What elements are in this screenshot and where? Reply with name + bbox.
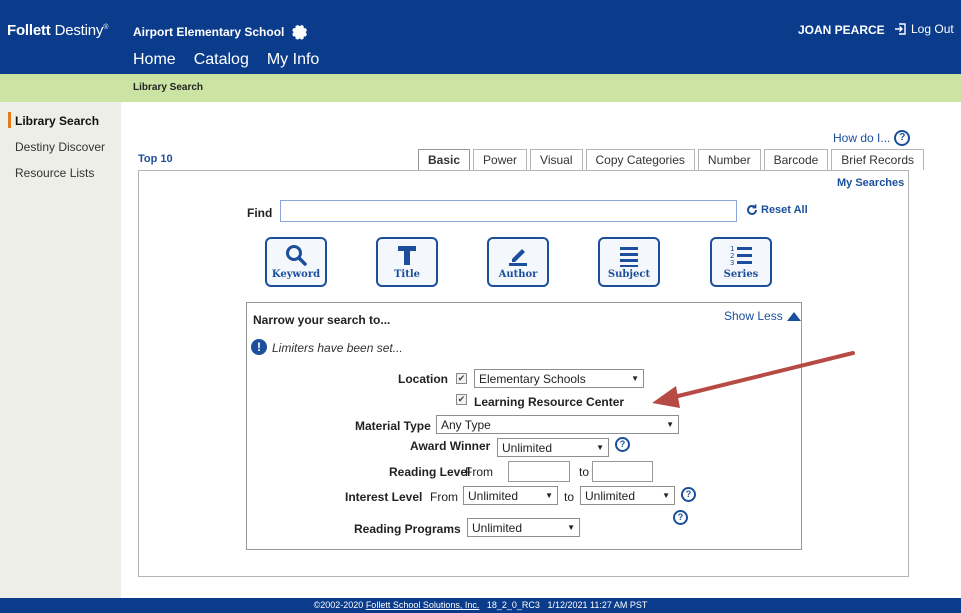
follett-destiny-logo[interactable]: Follett Destiny®	[7, 22, 108, 39]
find-label: Find	[247, 206, 273, 220]
search-input[interactable]	[280, 200, 737, 222]
series-search-button[interactable]: 1 2 3 Series	[710, 237, 772, 287]
title-search-button[interactable]: Title	[376, 237, 438, 287]
title-t-icon	[398, 246, 416, 265]
tab-basic[interactable]: Basic	[418, 149, 471, 170]
reading-level-from-input[interactable]	[508, 461, 570, 482]
tab-copy-categories[interactable]: Copy Categories	[585, 149, 695, 170]
logout-icon	[895, 23, 906, 35]
interest-help-icon[interactable]: ?	[681, 487, 696, 502]
lrc-checkbox[interactable]: ✔	[456, 394, 467, 405]
interest-level-to-select[interactable]: Unlimited ▼	[580, 486, 675, 505]
breadcrumb: Library Search	[133, 82, 204, 93]
tab-number[interactable]: Number	[697, 149, 761, 170]
interest-level-from-label: From	[430, 490, 458, 504]
nav-catalog[interactable]: Catalog	[189, 51, 254, 78]
award-help-icon[interactable]: ?	[615, 437, 630, 452]
triangle-up-icon	[786, 311, 801, 321]
keyword-search-button[interactable]: Keyword	[265, 237, 327, 287]
reading-level-label: Reading Level	[389, 465, 471, 479]
search-tabs: Basic Power Visual Copy Categories Numbe…	[418, 149, 927, 170]
interest-level-label: Interest Level	[345, 490, 423, 504]
top-header: Follett Destiny® Airport Elementary Scho…	[0, 0, 961, 78]
reset-icon	[747, 204, 757, 215]
tab-brief-records[interactable]: Brief Records	[831, 149, 924, 170]
logout-link[interactable]: Log Out	[894, 22, 954, 36]
reading-programs-select[interactable]: Unlimited ▼	[467, 518, 580, 537]
material-type-label: Material Type	[355, 419, 431, 433]
reading-level-to-input[interactable]	[592, 461, 653, 482]
tab-power[interactable]: Power	[473, 149, 528, 170]
annotation-arrow	[652, 351, 855, 408]
breadcrumb-bar: Library Search	[0, 74, 961, 102]
interest-level-to-label: to	[564, 490, 575, 504]
location-checkbox[interactable]: ✔	[456, 373, 467, 384]
lines-icon	[620, 247, 638, 267]
pen-icon	[509, 249, 527, 266]
nav-my-info[interactable]: My Info	[267, 51, 319, 73]
page: Follett Destiny® Airport Elementary Scho…	[0, 0, 961, 613]
limiters-message: Limiters have been set...	[272, 341, 403, 355]
tab-barcode[interactable]: Barcode	[763, 149, 829, 170]
subject-search-button[interactable]: Subject	[598, 237, 660, 287]
top-10-link[interactable]: Top 10	[138, 153, 173, 165]
user-name: JOAN PEARCE	[798, 23, 885, 37]
award-winner-select[interactable]: Unlimited ▼	[497, 438, 609, 457]
footer: ©2002-2020 Follett School Solutions, Inc…	[0, 598, 961, 613]
school-name: Airport Elementary School	[133, 25, 285, 39]
my-searches-link[interactable]: My Searches	[837, 177, 904, 189]
sidebar-item-resource-lists[interactable]: Resource Lists	[15, 166, 94, 180]
location-label: Location	[398, 372, 448, 386]
magnifier-icon	[286, 245, 307, 266]
narrow-title: Narrow your search to...	[253, 313, 391, 327]
numbered-list-icon: 1 2 3	[730, 245, 752, 267]
gear-icon[interactable]	[292, 24, 308, 40]
reading-level-to-label: to	[579, 465, 590, 479]
location-select[interactable]: Elementary Schools ▼	[474, 369, 644, 388]
show-less-link[interactable]: Show Less	[724, 309, 801, 323]
how-do-i-link[interactable]: How do I... ?	[833, 130, 911, 146]
sidebar-item-destiny-discover[interactable]: Destiny Discover	[15, 140, 105, 154]
sidebar-item-library-search[interactable]: Library Search	[15, 114, 99, 128]
svg-text:3: 3	[730, 259, 734, 267]
tab-visual[interactable]: Visual	[530, 149, 583, 170]
award-winner-label: Award Winner	[410, 439, 491, 453]
interest-level-from-select[interactable]: Unlimited ▼	[463, 486, 558, 505]
main-nav: Home Catalog My Info	[133, 51, 337, 78]
sidebar-active-marker	[8, 112, 11, 128]
exclamation-icon: !	[251, 339, 267, 355]
reset-all-button[interactable]: Reset All	[746, 204, 808, 216]
help-icon: ?	[894, 130, 911, 146]
reading-level-from-label: From	[465, 465, 493, 479]
reading-programs-label: Reading Programs	[354, 522, 461, 536]
company-link[interactable]: Follett School Solutions, Inc.	[366, 600, 480, 610]
reading-programs-help-icon[interactable]: ?	[673, 510, 688, 525]
material-type-select[interactable]: Any Type ▼	[436, 415, 679, 434]
lrc-label: Learning Resource Center	[474, 395, 625, 409]
nav-home[interactable]: Home	[133, 51, 176, 73]
author-search-button[interactable]: Author	[487, 237, 549, 287]
